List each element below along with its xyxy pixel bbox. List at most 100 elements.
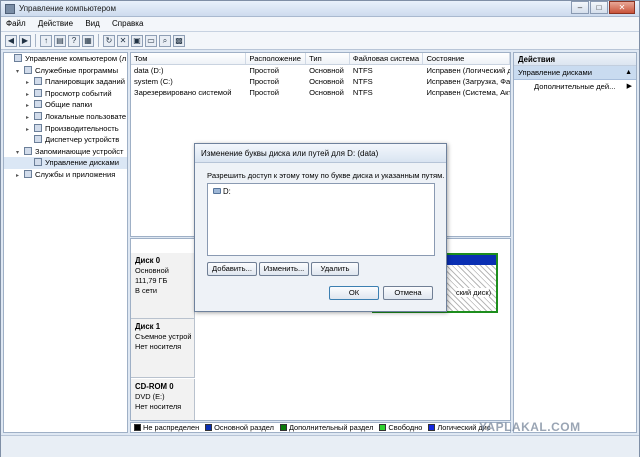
legend-swatch (279, 424, 287, 431)
cancel-button[interactable]: Отмена (383, 286, 433, 300)
close-button[interactable]: ✕ (609, 1, 635, 14)
tree-item[interactable]: ▸ Службы и приложения (4, 169, 127, 181)
column-volume[interactable]: Том (131, 53, 247, 64)
volume-row[interactable]: data (D:) Простой Основной NTFS Исправен (Ло… (131, 65, 510, 76)
tree-node-icon (34, 100, 42, 109)
dialog-title[interactable]: Изменение буквы диска или путей для D: (… (195, 144, 446, 163)
expand-toggle-icon[interactable]: ▸ (26, 90, 34, 100)
volume-row[interactable]: Зарезервировано системой Простой Основной N… (131, 87, 510, 98)
properties-icon[interactable]: ▦ (82, 34, 94, 47)
change-drive-letter-dialog: Изменение буквы диска или путей для D: (… (194, 143, 447, 312)
tree-item-label: Производительность (45, 123, 119, 133)
cdrom-0-label[interactable]: CD-ROM 0 DVD (E:) Нет носителя (131, 379, 195, 420)
legend-swatch (428, 424, 436, 431)
actions-section-disk-management[interactable]: Управление дисками ▲ (514, 66, 636, 80)
toolbar-separator (98, 34, 99, 47)
column-status[interactable]: Состояние (423, 53, 510, 64)
collapse-icon[interactable]: ▲ (625, 66, 632, 80)
expand-toggle-icon[interactable]: ▾ (16, 148, 24, 158)
actions-section-label: Управление дисками (518, 68, 592, 77)
status-bar (1, 435, 639, 457)
toolbar: ◀ ▶ ↑ ▤ ? ▦ ↻ ✕ ▣ ▭ ⌕ ▩ (1, 32, 639, 50)
legend-swatch (205, 424, 213, 431)
menu-bar: Файл Действие Вид Справка (1, 17, 639, 32)
tree-item[interactable]: Диспетчер устройств (4, 134, 127, 146)
tree-item[interactable]: Управление компьютером (л (4, 53, 127, 65)
tree-node-icon (14, 54, 22, 62)
disk-1-label[interactable]: Диск 1 Съемное устрой Нет носителя (131, 319, 195, 378)
volume-cell: system (C:) (134, 77, 173, 86)
disk-0-label[interactable]: Диск 0 Основной 111,79 ГБ В сети (131, 253, 195, 319)
column-filesystem[interactable]: Файловая система (350, 53, 424, 64)
expand-toggle-icon[interactable]: ▸ (26, 125, 34, 135)
folder-icon[interactable]: ▭ (145, 34, 157, 47)
expand-toggle-icon[interactable]: ▸ (26, 113, 34, 123)
maximize-button[interactable]: □ (590, 1, 608, 14)
export-icon[interactable]: ▣ (131, 34, 143, 47)
tree-item[interactable]: ▸ Общие папки (4, 99, 127, 111)
drive-path-item[interactable]: D: (213, 187, 429, 196)
volume-cell: Основной (309, 66, 344, 75)
more-actions-item[interactable]: Дополнительные дей... ▶ (514, 80, 636, 94)
search-icon[interactable]: ⌕ (159, 34, 171, 47)
change-button[interactable]: Изменить... (259, 262, 309, 276)
minimize-button[interactable]: – (571, 1, 589, 14)
refresh-icon[interactable]: ↻ (103, 34, 115, 47)
drive-path-list[interactable]: D: (207, 183, 435, 256)
cdrom-0-name: CD-ROM 0 (135, 382, 174, 391)
legend-label: Основной раздел (214, 423, 274, 432)
volume-cell: Исправен (Загрузка, Фай (426, 77, 510, 86)
delete-icon[interactable]: ✕ (117, 34, 129, 47)
tree-item[interactable]: ▾ Запоминающие устройст (4, 146, 127, 158)
more-actions-label: Дополнительные дей... (534, 82, 616, 91)
tree-item[interactable]: ▸ Локальные пользовате (4, 111, 127, 123)
disk-0-name: Диск 0 (135, 256, 161, 265)
volume-cell: NTFS (352, 66, 373, 75)
column-layout[interactable]: Расположение (246, 53, 307, 64)
add-button[interactable]: Добавить... (207, 262, 257, 276)
console-tree-icon[interactable]: ▤ (54, 34, 66, 47)
tree-node-icon (34, 88, 42, 97)
forward-icon[interactable]: ▶ (19, 34, 31, 47)
legend-swatch (379, 424, 387, 431)
menu-view[interactable]: Вид (80, 17, 104, 28)
volume-cell: Исправен (Логический ди (426, 66, 510, 75)
expand-toggle-icon[interactable]: ▾ (16, 67, 24, 77)
disk-0-status: В сети (135, 286, 158, 295)
tree-node-icon (34, 77, 42, 86)
help2-icon[interactable]: ▩ (173, 34, 185, 47)
tree-item[interactable]: ▸ Производительность (4, 123, 127, 135)
dialog-description: Разрешить доступ к этому тому по букве д… (207, 171, 445, 180)
expand-toggle-icon[interactable]: ▸ (16, 171, 24, 181)
cdrom-0-type: DVD (E:) (135, 392, 165, 401)
tree-item[interactable]: ▾ Служебные программы (4, 65, 127, 77)
tree-item-label: Планировщик заданий (45, 77, 125, 87)
remove-button[interactable]: Удалить (311, 262, 359, 276)
tree-item-label: Служебные программы (35, 65, 119, 75)
menu-help[interactable]: Справка (107, 17, 148, 28)
volume-cell: Исправен (Система, Акти (426, 88, 510, 97)
window-title: Управление компьютером (19, 4, 116, 13)
tree-item-label: Просмотр событий (45, 88, 112, 98)
help-icon[interactable]: ? (68, 34, 80, 47)
volume-row[interactable]: system (C:) Простой Основной NTFS Исправен (… (131, 76, 510, 87)
column-type[interactable]: Тип (306, 53, 350, 64)
tree-item[interactable]: ▸ Планировщик заданий (4, 76, 127, 88)
menu-file[interactable]: Файл (1, 17, 31, 28)
tree-item[interactable]: ▸ Просмотр событий (4, 88, 127, 100)
window-controls: – □ ✕ (570, 1, 635, 15)
tree-node-icon (24, 169, 32, 178)
volume-rows: data (D:) Простой Основной NTFS Исправен (Ло… (131, 65, 510, 98)
tree-item[interactable]: Управление дисками (4, 157, 127, 169)
main-window: Управление компьютером – □ ✕ Файл Действ… (0, 0, 640, 457)
expand-toggle-icon[interactable]: ▸ (26, 78, 34, 88)
up-icon[interactable]: ↑ (40, 34, 52, 47)
volume-cell: Зарезервировано системой (134, 88, 232, 97)
ok-button[interactable]: ОК (329, 286, 379, 300)
expand-toggle-icon[interactable]: ▸ (26, 101, 34, 111)
tree-node-icon (24, 65, 32, 74)
back-icon[interactable]: ◀ (5, 34, 17, 47)
volume-cell: Простой (249, 66, 279, 75)
title-bar[interactable]: Управление компьютером – □ ✕ (1, 1, 639, 17)
menu-action[interactable]: Действие (33, 17, 78, 28)
